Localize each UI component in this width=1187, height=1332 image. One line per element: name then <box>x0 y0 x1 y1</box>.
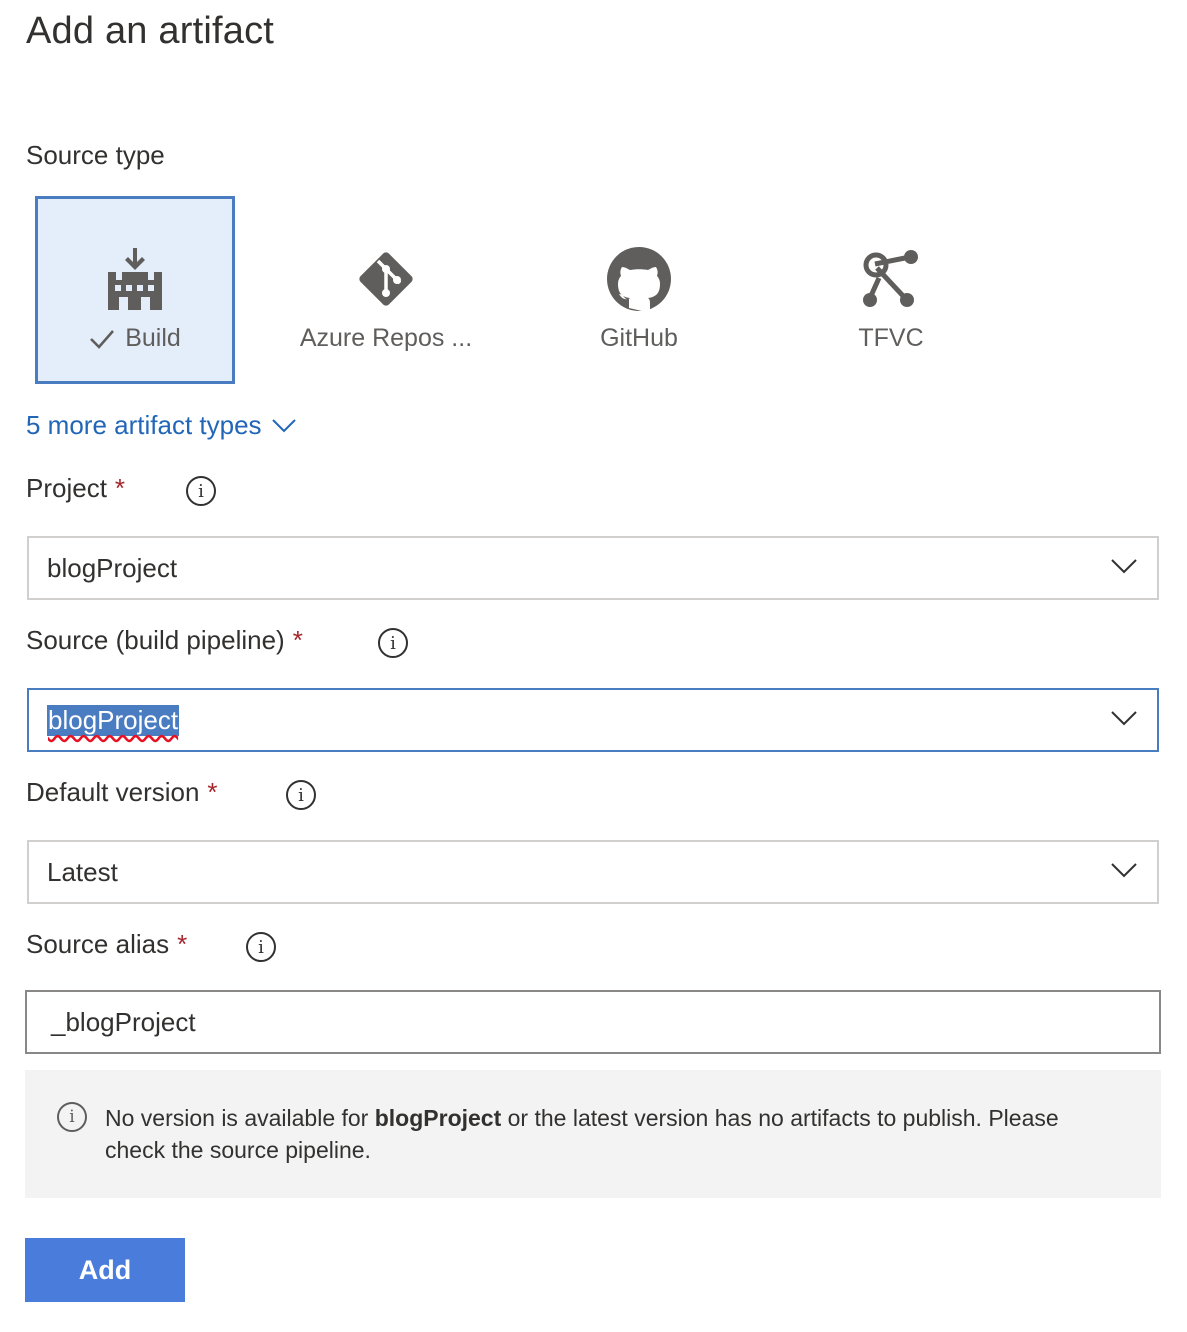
source-type-tile-tfvc[interactable]: TFVC <box>791 196 991 384</box>
default-version-label-text: Default version <box>26 777 200 807</box>
checkmark-icon <box>90 329 115 349</box>
source-type-tile-build[interactable]: Build <box>35 196 235 384</box>
chevron-down-icon <box>1111 863 1137 878</box>
github-icon <box>604 244 674 314</box>
info-icon[interactable]: i <box>378 628 408 658</box>
add-button[interactable]: Add <box>25 1238 185 1302</box>
notice-pipeline-name: blogProject <box>374 1105 502 1131</box>
info-icon[interactable]: i <box>186 476 216 506</box>
default-version-dropdown[interactable]: Latest <box>27 840 1159 904</box>
more-artifact-types-link[interactable]: 5 more artifact types <box>26 410 296 441</box>
info-notice: i No version is available for blogProjec… <box>25 1070 1161 1198</box>
notice-text: No version is available for blogProject … <box>105 1102 1125 1166</box>
project-dropdown[interactable]: blogProject <box>27 536 1159 600</box>
info-icon[interactable]: i <box>286 780 316 810</box>
tile-label-tfvc: TFVC <box>858 324 924 352</box>
source-pipeline-label: Source (build pipeline) * <box>26 625 303 656</box>
tfvc-icon <box>856 244 926 314</box>
chevron-down-icon <box>1111 559 1137 574</box>
default-version-label: Default version * <box>26 777 218 808</box>
chevron-down-icon <box>271 418 296 432</box>
project-label: Project * <box>26 473 125 504</box>
notice-prefix: No version is available for <box>105 1105 375 1131</box>
source-type-tile-azure-repos[interactable]: Azure Repos ... <box>286 196 486 384</box>
info-icon[interactable]: i <box>246 932 276 962</box>
source-pipeline-dropdown[interactable]: blogProject <box>27 688 1159 752</box>
source-alias-input[interactable]: _blogProject <box>25 990 1161 1054</box>
default-version-value: Latest <box>47 856 118 887</box>
source-type-tile-github[interactable]: GitHub <box>539 196 739 384</box>
git-icon <box>351 244 421 314</box>
more-artifact-types-label: 5 more artifact types <box>26 410 262 440</box>
source-alias-label-text: Source alias <box>26 929 170 959</box>
source-pipeline-value: blogProject <box>47 704 180 736</box>
project-value: blogProject <box>47 552 178 583</box>
source-alias-label: Source alias * <box>26 929 187 960</box>
project-label-text: Project <box>26 473 107 503</box>
required-mark: * <box>207 777 218 807</box>
chevron-down-icon <box>1111 711 1137 726</box>
required-mark: * <box>292 625 303 655</box>
build-icon <box>100 244 170 314</box>
tile-label-azure-repos: Azure Repos ... <box>299 324 473 352</box>
required-mark: * <box>114 473 126 503</box>
required-mark: * <box>177 929 188 959</box>
info-icon: i <box>57 1102 87 1132</box>
tile-label-github: GitHub <box>600 324 678 352</box>
tile-label-build: Build <box>125 324 181 352</box>
source-pipeline-label-text: Source (build pipeline) <box>26 625 285 655</box>
page-title: Add an artifact <box>26 10 275 52</box>
source-type-label: Source type <box>26 140 165 170</box>
source-alias-value: _blogProject <box>51 1006 196 1037</box>
